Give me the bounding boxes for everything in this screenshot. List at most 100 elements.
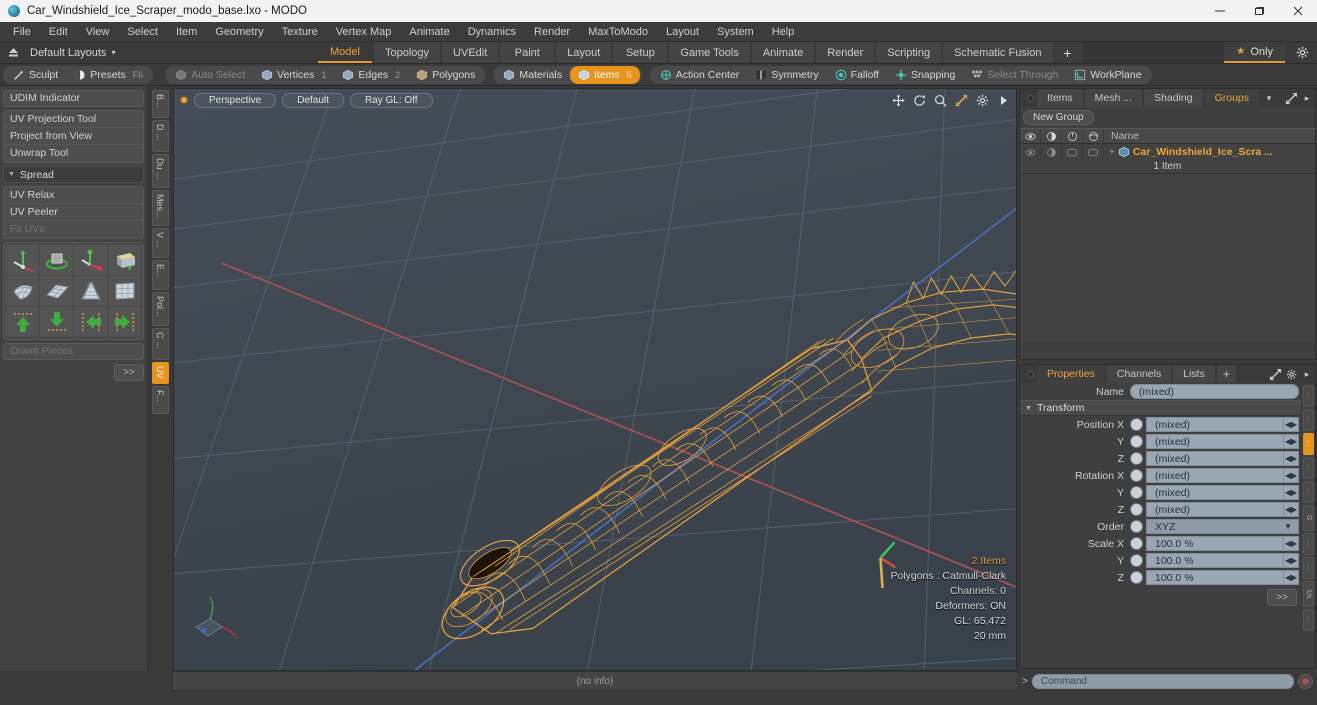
tab-overflow-caret-icon[interactable]: ▾ [1261,89,1277,107]
menu-item-file[interactable]: File [4,22,40,42]
drop-uv-icon[interactable] [108,245,141,275]
align-down-icon[interactable] [40,307,73,337]
left-panel-expand-button[interactable]: >> [114,364,144,381]
project-from-view-button[interactable]: Project from View [4,128,143,145]
align-left-icon[interactable] [74,307,107,337]
symmetry-button[interactable]: Symmetry [747,66,826,84]
properties-expand-button[interactable]: >> [1267,589,1297,606]
scale-x-stepper[interactable]: ◀▶ [1284,536,1299,551]
maximize-button[interactable] [1239,0,1278,22]
sculpt-button[interactable]: Sculpt [5,66,66,84]
expand-plus-icon[interactable]: + [1109,147,1115,158]
spread-section-header[interactable]: ▼ Spread [3,166,144,183]
position-x-stepper[interactable]: ◀▶ [1284,417,1299,432]
properties-gear-icon[interactable] [1283,365,1299,383]
menu-item-vertex-map[interactable]: Vertex Map [327,22,401,42]
workplane-button[interactable]: WorkPlane [1066,66,1149,84]
layout-tab-uvedit[interactable]: UVEdit [442,42,499,63]
pvtab-geometry[interactable]: G [1302,505,1314,531]
scale-y-stepper[interactable]: ◀▶ [1284,553,1299,568]
row-lock-toggle[interactable] [1062,144,1083,160]
panel-expand-icon[interactable] [1283,89,1299,107]
action-center-button[interactable]: Action Center [652,66,748,84]
rotation-z-field[interactable]: (mixed) [1146,502,1284,517]
command-input[interactable]: Command [1031,673,1294,689]
position-y-field[interactable]: (mixed) [1146,434,1284,449]
pvtab-2[interactable]: ⋮ [1302,409,1314,431]
viewport-shading-mode-button[interactable]: Default [282,92,344,108]
add-layout-button[interactable]: + [1054,42,1081,63]
edges-button[interactable]: Edges 2 [334,66,408,84]
scale-x-knob[interactable] [1130,537,1143,550]
viewport-view-mode-button[interactable]: Perspective [194,92,277,108]
fit-icon[interactable] [954,93,968,107]
presets-button[interactable]: Presets F6 [66,66,151,84]
pvtab-users[interactable]: Us [1302,581,1314,607]
order-knob[interactable] [1130,520,1143,533]
rotate-uv-icon[interactable] [40,245,73,275]
chevron-down-icon[interactable]: ▾ [111,48,115,57]
groups-tree-body[interactable]: + Car_Windshield_Ice_Scra ... 1 Item [1020,144,1315,342]
viewport-indicator-dot[interactable] [180,96,188,104]
vtab-duplicate-a[interactable]: D ... [151,120,169,152]
pvtab-5[interactable]: ⋮ [1302,481,1314,503]
menu-item-dynamics[interactable]: Dynamics [459,22,525,42]
position-z-knob[interactable] [1130,452,1143,465]
tab-shading[interactable]: Shading [1144,89,1203,107]
layout-tab-render[interactable]: Render [816,42,875,63]
rotation-x-knob[interactable] [1130,469,1143,482]
transform-section-header[interactable]: ▼ Transform [1020,400,1301,416]
vtab-duplicate-b[interactable]: Du ... [151,154,169,188]
uv-relax-button[interactable]: UV Relax [4,187,143,204]
orient-pieces-button[interactable]: Orient Pieces [3,343,144,360]
layout-preset-selector[interactable]: Default Layouts ▾ [0,42,318,63]
scale-x-field[interactable]: 100.0 % [1146,536,1284,551]
vtab-mesh-edit[interactable]: Mes... [151,190,169,226]
scale-uv-icon[interactable] [74,245,107,275]
vertices-button[interactable]: Vertices 1 [253,66,334,84]
scale-z-stepper[interactable]: ◀▶ [1284,570,1299,585]
rotation-x-stepper[interactable]: ◀▶ [1284,468,1299,483]
uv-projection-tool-button[interactable]: UV Projection Tool [4,111,143,128]
layout-tab-game-tools[interactable]: Game Tools [669,42,750,63]
tab-lists[interactable]: Lists [1173,365,1215,383]
panel-chevron-icon[interactable]: ▸ [1299,89,1315,107]
layout-tab-layout[interactable]: Layout [556,42,612,63]
eject-icon[interactable] [6,46,20,60]
pvtab-10[interactable]: ⋮ [1302,609,1314,631]
layout-tab-animate[interactable]: Animate [751,42,815,63]
position-y-stepper[interactable]: ◀▶ [1284,434,1299,449]
panel-menu-dot[interactable] [1023,89,1037,107]
close-button[interactable] [1278,0,1317,22]
menu-item-select[interactable]: Select [118,22,167,42]
auto-select-button[interactable]: Auto Select [167,66,253,84]
layout-tab-setup[interactable]: Setup [613,42,668,63]
col-render-header[interactable] [1041,129,1062,143]
tab-items[interactable]: Items [1037,89,1083,107]
row-render-toggle[interactable] [1041,144,1062,160]
menu-item-maxtomodo[interactable]: MaxToModo [579,22,657,42]
col-lock-header[interactable] [1062,129,1083,143]
rotate-icon[interactable] [912,93,926,107]
new-group-button[interactable]: New Group [1023,110,1094,125]
fit-uvs-button[interactable]: Fit UVs [4,221,143,238]
position-z-stepper[interactable]: ◀▶ [1284,451,1299,466]
position-z-field[interactable]: (mixed) [1146,451,1284,466]
scale-z-knob[interactable] [1130,571,1143,584]
menu-item-system[interactable]: System [708,22,763,42]
3d-viewport[interactable]: Perspective Default Ray GL: Off y x 2 It… [173,88,1017,671]
falloff-button[interactable]: Falloff [827,66,887,84]
vtab-fur[interactable]: F... [151,386,169,414]
position-x-knob[interactable] [1130,418,1143,431]
scale-y-knob[interactable] [1130,554,1143,567]
rotation-z-knob[interactable] [1130,503,1143,516]
position-x-field[interactable]: (mixed) [1146,417,1284,432]
layout-tab-model[interactable]: Model [318,42,372,63]
scale-z-field[interactable]: 100.0 % [1146,570,1284,585]
tab-channels[interactable]: Channels [1106,365,1172,383]
rotation-y-stepper[interactable]: ◀▶ [1284,485,1299,500]
vtab-polygon[interactable]: Pol... [151,292,169,326]
layout-tab-schematic-fusion[interactable]: Schematic Fusion [943,42,1053,63]
snapping-button[interactable]: Snapping [887,66,963,84]
menu-item-help[interactable]: Help [763,22,804,42]
